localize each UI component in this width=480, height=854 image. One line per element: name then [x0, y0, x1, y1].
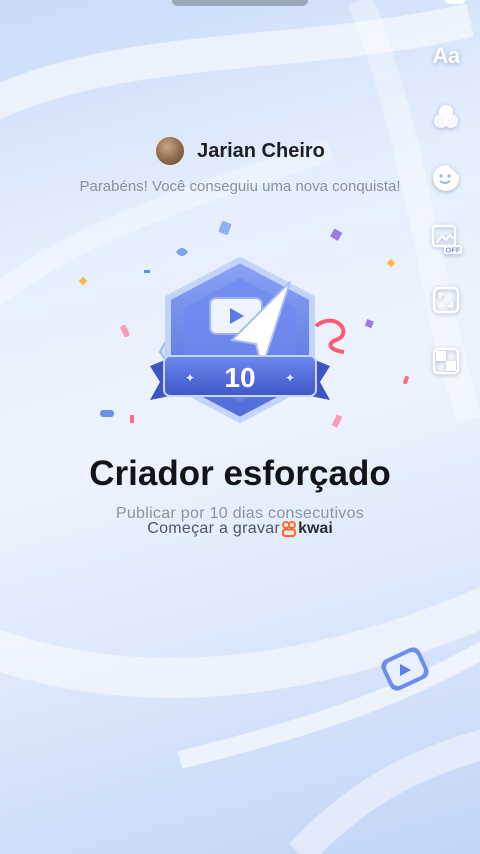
kwai-mark-icon: [282, 521, 297, 537]
color-circles-icon: [434, 105, 458, 128]
text-aa-icon: Aa: [432, 43, 460, 68]
svg-text:✦: ✦: [285, 371, 295, 385]
avatar[interactable]: [155, 136, 186, 166]
badge-number: 10: [224, 362, 255, 393]
svg-text:✦: ✦: [185, 371, 195, 385]
user-row: Jarian Cheiro: [0, 136, 480, 166]
top-status-pill: [172, 0, 308, 6]
username: Jarian Cheiro: [197, 139, 325, 162]
start-recording-link[interactable]: Começar a gravar kwai: [0, 520, 480, 538]
filter-tool-button[interactable]: [426, 97, 466, 137]
kwai-brand-text: kwai: [298, 520, 333, 537]
congrats-text: Parabéns! Você conseguiu uma nova conqui…: [79, 178, 401, 195]
floating-video-card-icon: [381, 647, 429, 691]
start-recording-label: Começar a gravar: [147, 520, 281, 537]
kwai-logo: kwai: [282, 520, 333, 538]
text-tool-button[interactable]: Aa: [426, 36, 466, 76]
achievement-badge: ✦ ✦ 10: [130, 240, 350, 440]
top-corner-icon[interactable]: [444, 0, 466, 4]
achievement-title: Criador esforçado: [89, 454, 391, 493]
